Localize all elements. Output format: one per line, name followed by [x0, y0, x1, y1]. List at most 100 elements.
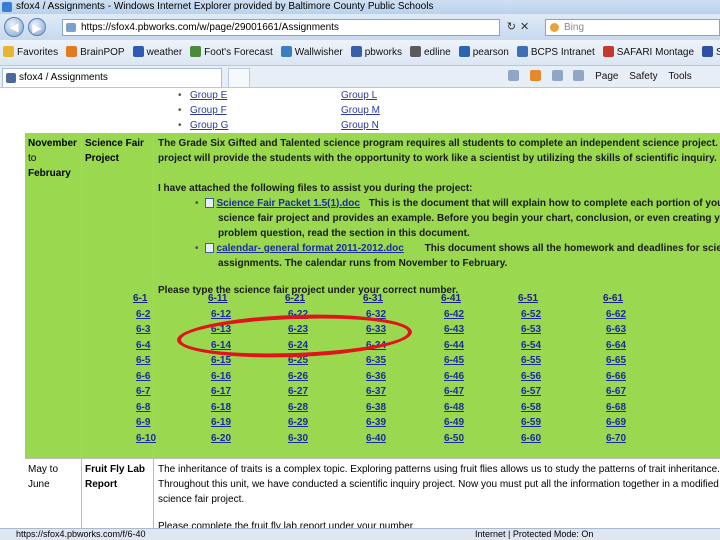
group-link[interactable]: Group G [190, 120, 228, 131]
student-number-link[interactable]: 6-29 [288, 417, 308, 428]
student-number-link[interactable]: 6-41 [441, 293, 461, 304]
favorite-link[interactable]: pearson [456, 40, 514, 65]
student-number-link[interactable]: 6-1 [133, 293, 147, 304]
row-topic: Science Fair Project [85, 138, 144, 164]
student-number-link[interactable]: 6-46 [444, 371, 464, 382]
student-number-link[interactable]: 6-11 [208, 293, 227, 304]
safety-menu[interactable]: Safety [629, 71, 657, 82]
student-number-link[interactable]: 6-27 [288, 386, 308, 397]
address-field[interactable]: https://sfox4.pbworks.com/w/page/2900166… [62, 19, 500, 36]
tab-assignments[interactable]: sfox4 / Assignments [2, 68, 222, 87]
student-number-link[interactable]: 6-55 [521, 355, 541, 366]
feeds-icon[interactable] [529, 70, 541, 81]
student-number-link[interactable]: 6-61 [603, 293, 623, 304]
student-number-link[interactable]: 6-21 [285, 293, 305, 304]
favorite-link[interactable]: SAFARI Montage [600, 40, 699, 65]
student-number-link[interactable]: 6-65 [606, 355, 626, 366]
student-number-link[interactable]: 6-63 [606, 324, 626, 335]
new-tab-button[interactable] [228, 68, 250, 87]
student-number-link[interactable]: 6-15 [211, 355, 231, 366]
student-number-link[interactable]: 6-52 [521, 309, 541, 320]
student-number-link[interactable]: 6-49 [444, 417, 464, 428]
favorite-link[interactable]: BCPS Intranet [514, 40, 600, 65]
student-number-link[interactable]: 6-28 [288, 402, 308, 413]
student-number-link[interactable]: 6-9 [136, 417, 150, 428]
student-number-link[interactable]: 6-26 [288, 371, 308, 382]
student-number-link[interactable]: 6-45 [444, 355, 464, 366]
favorite-link[interactable]: edline [407, 40, 456, 65]
favorite-link[interactable]: STARS L [699, 40, 720, 65]
student-number-link[interactable]: 6-7 [136, 386, 150, 397]
student-number-link[interactable]: 6-4 [136, 340, 150, 351]
student-number-link[interactable]: 6-19 [211, 417, 231, 428]
home-icon[interactable] [508, 70, 519, 81]
student-number-link[interactable]: 6-2 [136, 309, 150, 320]
window-title: sfox4 / Assignments - Windows Internet E… [16, 1, 434, 12]
student-number-link[interactable]: 6-66 [606, 371, 626, 382]
student-number-link[interactable]: 6-62 [606, 309, 626, 320]
student-number-link[interactable]: 6-47 [444, 386, 464, 397]
student-number-link[interactable]: 6-39 [366, 417, 386, 428]
site-icon [410, 46, 421, 57]
favorite-link[interactable]: Foot's Forecast [187, 40, 278, 65]
student-number-link[interactable]: 6-67 [606, 386, 626, 397]
student-number-link[interactable]: 6-30 [288, 433, 308, 444]
student-number-link[interactable]: 6-31 [363, 293, 383, 304]
search-input[interactable]: Bing [545, 19, 720, 36]
student-number-link[interactable]: 6-3 [136, 324, 150, 335]
student-number-link[interactable]: 6-36 [366, 371, 386, 382]
student-number-link[interactable]: 6-8 [136, 402, 150, 413]
group-link[interactable]: Group M [341, 105, 380, 116]
student-number-link[interactable]: 6-6 [136, 371, 150, 382]
student-number-link[interactable]: 6-37 [366, 386, 386, 397]
student-number-link[interactable]: 6-69 [606, 417, 626, 428]
student-number-link[interactable]: 6-51 [518, 293, 538, 304]
print-icon[interactable] [573, 70, 585, 81]
student-number-link[interactable]: 6-42 [444, 309, 464, 320]
group-link[interactable]: Group E [190, 90, 227, 101]
file2-link[interactable]: calendar- general format 2011-2012.doc [217, 243, 404, 254]
student-number-link[interactable]: 6-48 [444, 402, 464, 413]
student-number-link[interactable]: 6-5 [136, 355, 150, 366]
bing-icon [550, 23, 559, 32]
mail-icon[interactable] [551, 70, 563, 81]
student-number-link[interactable]: 6-56 [521, 371, 541, 382]
student-number-link[interactable]: 6-10 [136, 433, 156, 444]
student-number-link[interactable]: 6-40 [366, 433, 386, 444]
group-link[interactable]: Group N [341, 120, 379, 131]
student-number-link[interactable]: 6-64 [606, 340, 626, 351]
student-number-link[interactable]: 6-44 [444, 340, 464, 351]
student-number-link[interactable]: 6-58 [521, 402, 541, 413]
student-number-link[interactable]: 6-17 [211, 386, 231, 397]
student-number-link[interactable]: 6-60 [521, 433, 541, 444]
student-number-link[interactable]: 6-35 [366, 355, 386, 366]
student-number-link[interactable]: 6-20 [211, 433, 231, 444]
student-number-link[interactable]: 6-50 [444, 433, 464, 444]
address-actions[interactable]: ↻✕ [500, 19, 540, 36]
tools-menu[interactable]: Tools [668, 71, 691, 82]
student-number-link[interactable]: 6-70 [606, 433, 626, 444]
student-number-link[interactable]: 6-54 [521, 340, 541, 351]
back-button[interactable]: ◀ [4, 17, 24, 37]
page-menu[interactable]: Page [595, 71, 618, 82]
student-number-link[interactable]: 6-18 [211, 402, 231, 413]
student-number-link[interactable]: 6-16 [211, 371, 231, 382]
site-icon [350, 46, 362, 57]
favorite-link[interactable]: Wallwisher [278, 40, 348, 65]
favorite-link[interactable]: Favorites [0, 40, 63, 65]
student-number-link[interactable]: 6-53 [521, 324, 541, 335]
student-number-link[interactable]: 6-12 [211, 309, 231, 320]
favorite-link[interactable]: weather [130, 40, 188, 65]
student-number-link[interactable]: 6-43 [444, 324, 464, 335]
student-number-link[interactable]: 6-68 [606, 402, 626, 413]
forward-button[interactable]: ▶ [28, 18, 46, 36]
student-number-link[interactable]: 6-59 [521, 417, 541, 428]
student-number-link[interactable]: 6-57 [521, 386, 541, 397]
favorite-link[interactable]: pbworks [348, 40, 407, 65]
student-number-link[interactable]: 6-38 [366, 402, 386, 413]
favorite-link[interactable]: BrainPOP [63, 40, 129, 65]
status-url: https://sfox4.pbworks.com/f/6-40 [16, 529, 146, 539]
group-link[interactable]: Group L [341, 90, 377, 101]
group-link[interactable]: Group F [190, 105, 227, 116]
file1-link[interactable]: Science Fair Packet 1.5(1).doc [217, 198, 360, 209]
